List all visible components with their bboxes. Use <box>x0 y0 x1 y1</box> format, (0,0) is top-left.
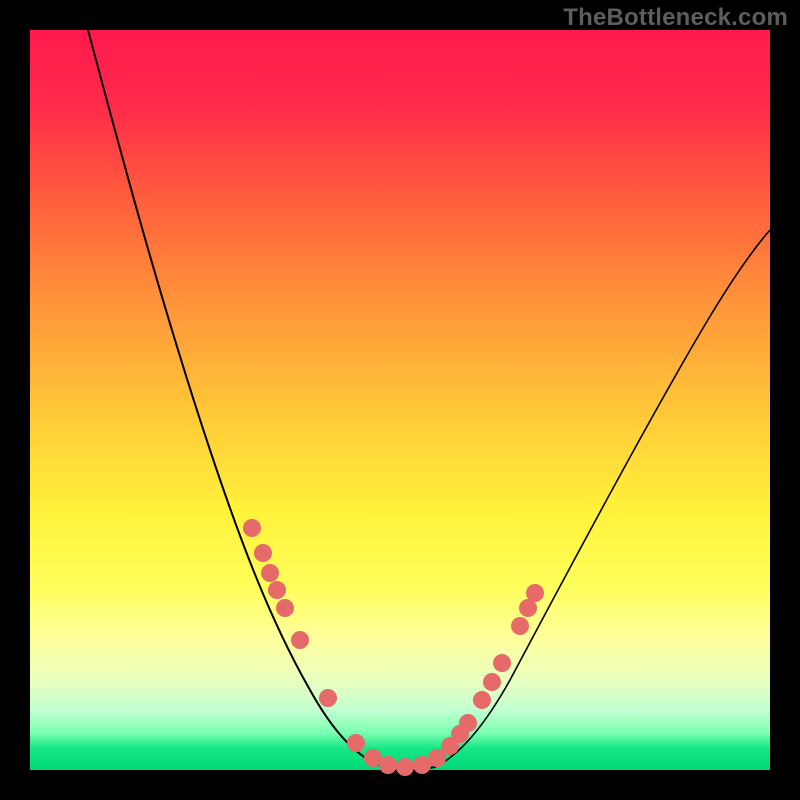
dot <box>268 581 286 599</box>
chart-frame: TheBottleneck.com <box>0 0 800 800</box>
curve-layer <box>30 30 770 770</box>
curve-left <box>88 30 385 767</box>
dot <box>291 631 309 649</box>
dot <box>243 519 261 537</box>
dot <box>526 584 544 602</box>
dot <box>347 734 365 752</box>
dot <box>493 654 511 672</box>
dot <box>276 599 294 617</box>
dot <box>379 756 397 774</box>
dot <box>511 617 529 635</box>
dot <box>473 691 491 709</box>
dot <box>319 689 337 707</box>
dot <box>483 673 501 691</box>
dot <box>261 564 279 582</box>
plot-area <box>30 30 770 770</box>
dot <box>459 714 477 732</box>
watermark-text: TheBottleneck.com <box>563 4 788 32</box>
dot <box>254 544 272 562</box>
dot <box>396 758 414 776</box>
